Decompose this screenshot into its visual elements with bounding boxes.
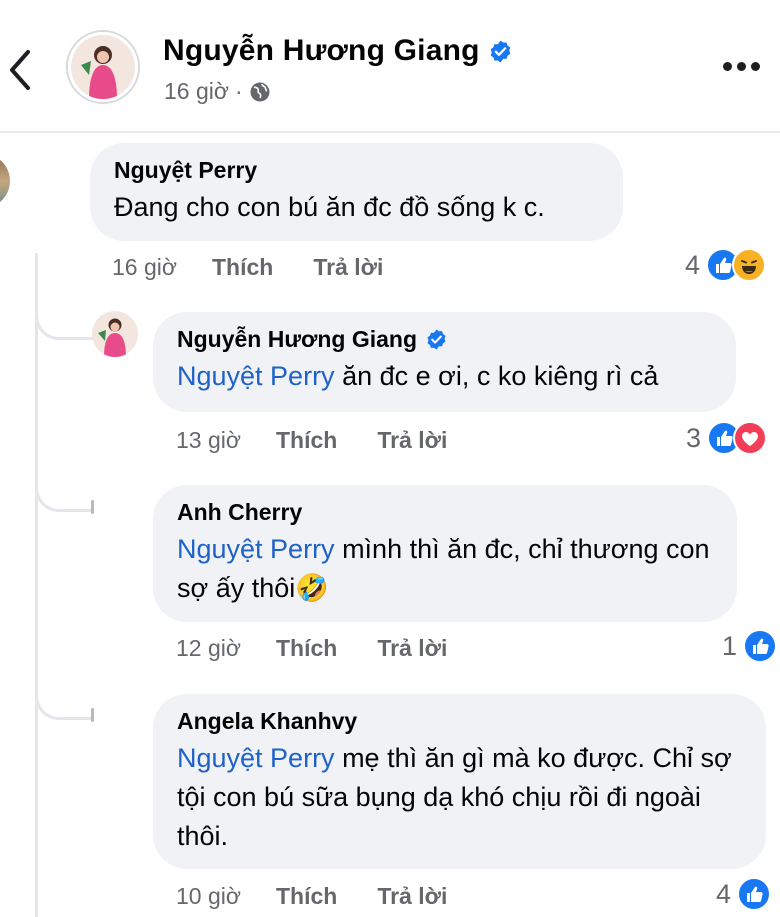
reply-actions: 10 giờ Thích Trả lời — [176, 883, 447, 910]
author-name-text[interactable]: Nguyễn Hương Giang — [163, 34, 480, 68]
thread-branch — [35, 674, 93, 720]
reply-avatar[interactable] — [92, 311, 138, 357]
reaction-summary[interactable]: 4 — [716, 877, 772, 911]
comment-actions: 16 giờ Thích Trả lời — [112, 254, 383, 281]
love-reaction-icon — [733, 421, 768, 455]
reaction-count: 1 — [722, 630, 738, 661]
thread-branch — [35, 466, 93, 512]
like-button[interactable]: Thích — [276, 635, 337, 662]
reaction-summary[interactable]: 3 — [686, 421, 768, 455]
reply-time[interactable]: 10 giờ — [176, 883, 241, 910]
post-meta: 16 giờ · — [164, 78, 271, 105]
reply-author[interactable]: Angela Khanhvy — [177, 708, 742, 735]
avatar-placeholder — [91, 708, 94, 722]
verified-badge-icon — [427, 329, 446, 350]
reply-button[interactable]: Trả lời — [377, 883, 447, 910]
verified-badge-icon — [490, 40, 510, 62]
reply-text: Nguyệt Perry mẹ thì ăn gì mà ko được. Ch… — [177, 739, 747, 856]
reply-author-name[interactable]: Nguyễn Hương Giang — [177, 326, 417, 353]
like-button[interactable]: Thích — [212, 254, 273, 281]
mention-link[interactable]: Nguyệt Perry — [177, 361, 335, 391]
avatar-placeholder — [91, 500, 94, 514]
reaction-count: 3 — [686, 422, 702, 453]
like-reaction-icon — [743, 629, 778, 663]
comment-author[interactable]: Nguyệt Perry — [114, 157, 599, 184]
reply-button[interactable]: Trả lời — [313, 254, 383, 281]
reply-author[interactable]: Anh Cherry — [177, 499, 713, 526]
globe-icon — [250, 82, 270, 101]
reply-button[interactable]: Trả lời — [377, 635, 447, 662]
thread-branch — [35, 294, 93, 340]
like-button[interactable]: Thích — [276, 427, 337, 454]
more-options-button[interactable] — [723, 62, 760, 71]
reply-actions: 12 giờ Thích Trả lời — [176, 635, 447, 662]
reply-time[interactable]: 13 giờ — [176, 427, 241, 454]
reply-text: Nguyệt Perry mình thì ăn đc, chỉ thương … — [177, 530, 717, 608]
comment-text: Đang cho con bú ăn đc đồ sống k c. — [114, 192, 545, 222]
meta-separator: · — [234, 78, 243, 104]
reply-time[interactable]: 12 giờ — [176, 635, 241, 662]
like-button[interactable]: Thích — [276, 883, 337, 910]
commenter-avatar-partial[interactable] — [0, 154, 10, 208]
author-avatar[interactable] — [68, 32, 138, 102]
comment-time[interactable]: 16 giờ — [112, 254, 177, 281]
comment-bubble: Nguyệt Perry Đang cho con bú ăn đc đồ số… — [90, 143, 623, 241]
reaction-summary[interactable]: 4 — [685, 248, 767, 282]
reaction-count: 4 — [716, 878, 732, 909]
ellipsis-icon — [723, 62, 732, 71]
reply-text-body: ăn đc e ơi, c ko kiêng rì cả — [334, 361, 659, 391]
reply-button[interactable]: Trả lời — [377, 427, 447, 454]
reaction-count: 4 — [685, 249, 701, 280]
reply-bubble: Nguyễn Hương Giang Nguyệt Perry ăn đc e … — [153, 312, 736, 412]
mention-link[interactable]: Nguyệt Perry — [177, 743, 335, 773]
thread-line — [35, 253, 38, 917]
reply-actions: 13 giờ Thích Trả lời — [176, 427, 447, 454]
reply-bubble: Angela Khanhvy Nguyệt Perry mẹ thì ăn gì… — [153, 694, 766, 869]
author-name[interactable]: Nguyễn Hương Giang — [163, 34, 513, 68]
like-reaction-icon — [737, 877, 772, 911]
haha-reaction-icon — [732, 248, 767, 282]
post-header: Nguyễn Hương Giang 16 giờ · — [0, 0, 780, 133]
reply-text: Nguyệt Perry ăn đc e ơi, c ko kiêng rì c… — [177, 357, 712, 396]
mention-link[interactable]: Nguyệt Perry — [177, 534, 335, 564]
reaction-summary[interactable]: 1 — [722, 629, 778, 663]
post-time[interactable]: 16 giờ — [164, 78, 229, 105]
reply-bubble: Anh Cherry Nguyệt Perry mình thì ăn đc, … — [153, 485, 737, 622]
chevron-left-icon[interactable] — [6, 46, 36, 94]
reply-author[interactable]: Nguyễn Hương Giang — [177, 326, 712, 353]
